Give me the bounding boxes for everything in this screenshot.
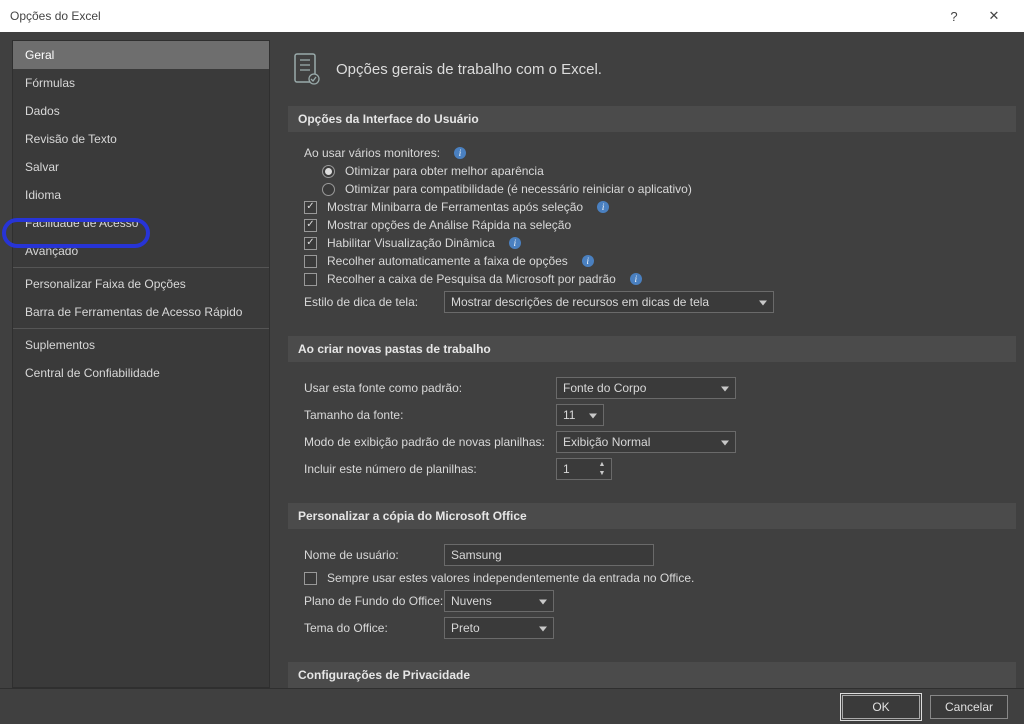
- checkbox-always-use[interactable]: [304, 572, 317, 585]
- ok-button[interactable]: OK: [842, 695, 920, 719]
- info-icon[interactable]: i: [582, 255, 594, 267]
- excel-options-dialog: Opções do Excel ? ✕ Geral Fórmulas Dados…: [0, 0, 1024, 724]
- checkbox-live-preview-label: Habilitar Visualização Dinâmica: [327, 236, 495, 250]
- sidebar-item-dados[interactable]: Dados: [13, 97, 269, 125]
- section-header-ui: Opções da Interface do Usuário: [288, 106, 1016, 132]
- sidebar-separator: [13, 328, 269, 329]
- checkbox-quick-analysis-label: Mostrar opções de Análise Rápida na sele…: [327, 218, 571, 232]
- close-button[interactable]: ✕: [974, 0, 1014, 32]
- section-body-workbook: Usar esta fonte como padrão: Fonte do Co…: [288, 362, 1016, 499]
- radio-compatibility-label: Otimizar para compatibilidade (é necessá…: [345, 182, 692, 196]
- section-header-privacy: Configurações de Privacidade: [288, 662, 1016, 688]
- sidebar-item-avancado[interactable]: Avançado: [13, 237, 269, 265]
- default-view-dropdown[interactable]: Exibição Normal: [556, 431, 736, 453]
- sidebar-item-salvar[interactable]: Salvar: [13, 153, 269, 181]
- info-icon[interactable]: i: [597, 201, 609, 213]
- sidebar-separator: [13, 267, 269, 268]
- checkbox-collapse-ribbon[interactable]: [304, 255, 317, 268]
- cancel-button[interactable]: Cancelar: [930, 695, 1008, 719]
- office-background-dropdown[interactable]: Nuvens: [444, 590, 554, 612]
- sheets-count-spinner[interactable]: 1 ▲▼: [556, 458, 612, 480]
- checkbox-minibar[interactable]: [304, 201, 317, 214]
- font-size-label: Tamanho da fonte:: [304, 408, 556, 422]
- multi-monitor-label: Ao usar vários monitores:: [304, 146, 440, 160]
- checkbox-quick-analysis[interactable]: [304, 219, 317, 232]
- sidebar-item-suplementos[interactable]: Suplementos: [13, 331, 269, 359]
- office-theme-label: Tema do Office:: [304, 621, 444, 635]
- dialog-footer: OK Cancelar: [0, 688, 1024, 724]
- dialog-body: Geral Fórmulas Dados Revisão de Texto Sa…: [0, 32, 1024, 688]
- radio-compatibility[interactable]: [322, 183, 335, 196]
- page-title: Opções gerais de trabalho com o Excel.: [336, 61, 602, 78]
- checkbox-collapse-ribbon-label: Recolher automaticamente a faixa de opçõ…: [327, 254, 568, 268]
- content-wrap: Opções gerais de trabalho com o Excel. O…: [270, 40, 1024, 688]
- section-header-workbook: Ao criar novas pastas de trabalho: [288, 336, 1016, 362]
- category-sidebar: Geral Fórmulas Dados Revisão de Texto Sa…: [12, 40, 270, 688]
- office-background-label: Plano de Fundo do Office:: [304, 594, 444, 608]
- checkbox-collapse-search-label: Recolher a caixa de Pesquisa da Microsof…: [327, 272, 616, 286]
- username-input[interactable]: Samsung: [444, 544, 654, 566]
- window-title: Opções do Excel: [10, 9, 934, 23]
- page-header: Opções gerais de trabalho com o Excel.: [288, 40, 1016, 102]
- screentip-style-label: Estilo de dica de tela:: [304, 295, 444, 309]
- checkbox-live-preview[interactable]: [304, 237, 317, 250]
- sidebar-item-faixa-opcoes[interactable]: Personalizar Faixa de Opções: [13, 270, 269, 298]
- sheets-count-label: Incluir este número de planilhas:: [304, 462, 556, 476]
- username-label: Nome de usuário:: [304, 548, 444, 562]
- sidebar-item-idioma[interactable]: Idioma: [13, 181, 269, 209]
- sidebar-item-barra-ferramentas[interactable]: Barra de Ferramentas de Acesso Rápido: [13, 298, 269, 326]
- info-icon[interactable]: i: [454, 147, 466, 159]
- radio-best-appearance-label: Otimizar para obter melhor aparência: [345, 164, 544, 178]
- default-view-label: Modo de exibição padrão de novas planilh…: [304, 435, 556, 449]
- radio-best-appearance[interactable]: [322, 165, 335, 178]
- sidebar-item-formulas[interactable]: Fórmulas: [13, 69, 269, 97]
- sidebar-item-facilidade[interactable]: Facilidade de Acesso: [13, 209, 269, 237]
- sidebar-item-geral[interactable]: Geral: [13, 41, 269, 69]
- info-icon[interactable]: i: [630, 273, 642, 285]
- section-header-office: Personalizar a cópia do Microsoft Office: [288, 503, 1016, 529]
- titlebar: Opções do Excel ? ✕: [0, 0, 1024, 32]
- sheets-count-value: 1: [563, 462, 570, 476]
- screentip-style-dropdown[interactable]: Mostrar descrições de recursos em dicas …: [444, 291, 774, 313]
- checkbox-collapse-search[interactable]: [304, 273, 317, 286]
- info-icon[interactable]: i: [509, 237, 521, 249]
- checkbox-always-use-label: Sempre usar estes valores independenteme…: [327, 571, 694, 585]
- spinner-down-icon[interactable]: ▼: [595, 469, 609, 478]
- checkbox-minibar-label: Mostrar Minibarra de Ferramentas após se…: [327, 200, 583, 214]
- font-size-dropdown[interactable]: 11: [556, 404, 604, 426]
- content-panel: Opções gerais de trabalho com o Excel. O…: [270, 40, 1024, 688]
- help-button[interactable]: ?: [934, 0, 974, 32]
- default-font-dropdown[interactable]: Fonte do Corpo: [556, 377, 736, 399]
- sidebar-item-confiabilidade[interactable]: Central de Confiabilidade: [13, 359, 269, 387]
- sidebar-item-revisao[interactable]: Revisão de Texto: [13, 125, 269, 153]
- office-theme-dropdown[interactable]: Preto: [444, 617, 554, 639]
- default-font-label: Usar esta fonte como padrão:: [304, 381, 556, 395]
- spinner-up-icon[interactable]: ▲: [595, 460, 609, 469]
- section-body-office: Nome de usuário: Samsung Sempre usar est…: [288, 529, 1016, 658]
- options-icon: [292, 52, 322, 86]
- section-body-ui: Ao usar vários monitores: i Otimizar par…: [288, 132, 1016, 332]
